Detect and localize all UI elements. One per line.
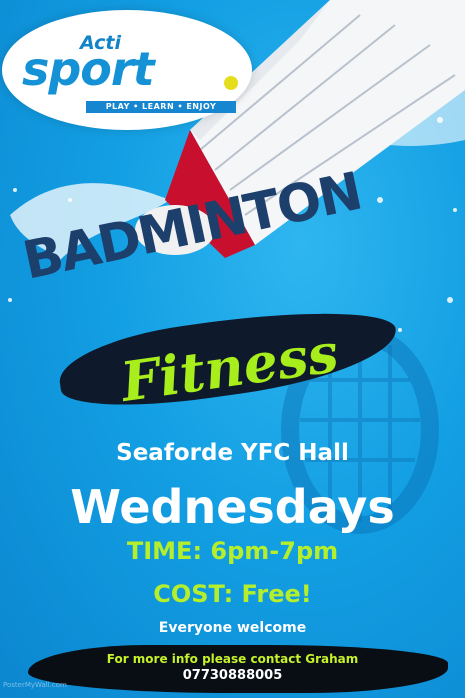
cost-text: COST: Free! (153, 580, 312, 608)
poster: Acti sport PLAY • LEARN • ENJOY BADMINTO… (0, 0, 465, 698)
welcome-text: Everyone welcome (158, 620, 307, 636)
venue-text: Seaforde YFC Hall (116, 440, 349, 466)
time-text: TIME: 6pm-7pm (126, 537, 339, 565)
contact-text: For more info please contact Graham (106, 652, 359, 666)
logo-tagline: PLAY • LEARN • ENJOY (86, 101, 236, 113)
actisport-logo: Acti sport PLAY • LEARN • ENJOY (2, 10, 252, 130)
logo-dot-icon (224, 76, 238, 90)
day-text: Wednesdays (70, 480, 395, 534)
watermark-text: PosterMyWall.com (3, 681, 67, 689)
logo-sport-text: sport (22, 42, 155, 96)
phone-number: 07730888005 (182, 668, 283, 683)
